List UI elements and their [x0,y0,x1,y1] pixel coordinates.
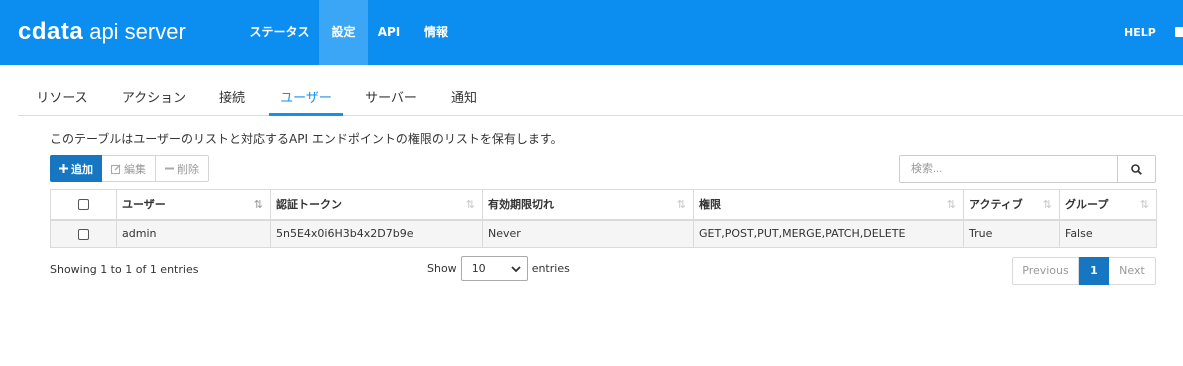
page-length-control: Show 10 entries [427,256,570,281]
cell-active: True [963,219,1060,248]
app-logo[interactable]: cdata api server [18,12,186,52]
top-navbar: cdata api server ステータス 設定 API 情報 HELP [0,0,1183,65]
sort-ascending-icon: ⇅ [253,198,263,211]
sort-icon: ⇅ [676,198,686,211]
column-header-privileges[interactable]: 権限 ⇅ [693,189,964,221]
page-size-value: 10 [471,262,486,275]
add-button-label: 追加 [71,162,93,176]
chevron-down-icon [511,265,521,272]
cell-group: False [1059,219,1157,248]
sort-icon: ⇅ [946,198,956,211]
users-table: ユーザー ⇅ 認証トークン ⇅ 有効期限切れ ⇅ 権限 ⇅ アクティブ ⇅ グル… [50,189,1157,248]
column-header-expiration[interactable]: 有効期限切れ ⇅ [482,189,694,221]
search-icon [1131,163,1143,175]
sort-icon: ⇅ [465,198,475,211]
logout-icon[interactable] [1175,27,1183,37]
row-select-cell [50,219,117,248]
table-row[interactable]: admin 5n5E4x0i6H3b4x2D7b9e Never GET,POS… [50,219,1157,248]
nav-status[interactable]: ステータス [242,0,317,65]
tab-notifications[interactable]: 通知 [443,82,485,116]
column-label: グループ [1065,198,1109,212]
column-label: 権限 [699,198,721,212]
nav-settings[interactable]: 設定 [319,0,368,65]
search-box [899,155,1156,183]
tab-users[interactable]: ユーザー [269,82,343,116]
cell-privileges: GET,POST,PUT,MERGE,PATCH,DELETE [693,219,964,248]
tab-server[interactable]: サーバー [357,82,425,116]
column-header-group[interactable]: グループ ⇅ [1059,189,1157,221]
plus-icon [59,164,68,173]
column-header-active[interactable]: アクティブ ⇅ [963,189,1060,221]
page-1-button[interactable]: 1 [1079,257,1109,285]
edit-icon [111,164,121,174]
logo-brand: cdata [18,18,84,45]
tab-actions[interactable]: アクション [114,82,194,116]
edit-button-label: 編集 [124,162,146,176]
previous-page-button[interactable]: Previous [1012,257,1079,285]
table-header-row: ユーザー ⇅ 認証トークン ⇅ 有効期限切れ ⇅ 権限 ⇅ アクティブ ⇅ グル… [50,189,1157,221]
page-size-select[interactable]: 10 [460,256,528,281]
show-label: Show [427,262,457,275]
column-header-user[interactable]: ユーザー ⇅ [116,189,271,221]
tab-connections[interactable]: 接続 [211,82,253,116]
pagination: Previous 1 Next [1012,257,1156,285]
cell-user: admin [116,219,271,248]
select-all-cell [50,189,117,221]
nav-info[interactable]: 情報 [414,0,458,65]
add-button[interactable]: 追加 [50,155,102,182]
select-all-checkbox[interactable] [78,199,89,211]
settings-tabs: リソース アクション 接続 ユーザー サーバー 通知 [18,82,1183,116]
cell-auth-token: 5n5E4x0i6H3b4x2D7b9e [270,219,483,248]
table-toolbar: 追加 編集 削除 [50,155,209,182]
column-label: アクティブ [969,198,1023,212]
entries-info: Showing 1 to 1 of 1 entries [50,263,199,276]
sort-icon: ⇅ [1139,198,1149,211]
delete-button[interactable]: 削除 [156,155,209,182]
nav-api[interactable]: API [370,0,408,65]
page-description: このテーブルはユーザーのリストと対応するAPI エンドポイントの権限のリストを保… [50,132,563,146]
minus-icon [165,167,174,170]
nav-help[interactable]: HELP [1124,0,1156,65]
column-header-auth-token[interactable]: 認証トークン ⇅ [270,189,483,221]
search-input[interactable] [899,155,1119,183]
tab-resources[interactable]: リソース [28,82,96,116]
delete-button-label: 削除 [177,162,199,176]
column-label: 認証トークン [276,198,342,212]
cell-expiration: Never [482,219,694,248]
logo-product: api server [89,19,186,44]
row-checkbox[interactable] [78,228,89,240]
entries-label: entries [531,262,570,275]
column-label: ユーザー [122,198,166,212]
edit-button[interactable]: 編集 [102,155,156,182]
sort-icon: ⇅ [1042,198,1052,211]
column-label: 有効期限切れ [488,198,554,212]
next-page-button[interactable]: Next [1109,257,1156,285]
search-button[interactable] [1118,155,1156,183]
